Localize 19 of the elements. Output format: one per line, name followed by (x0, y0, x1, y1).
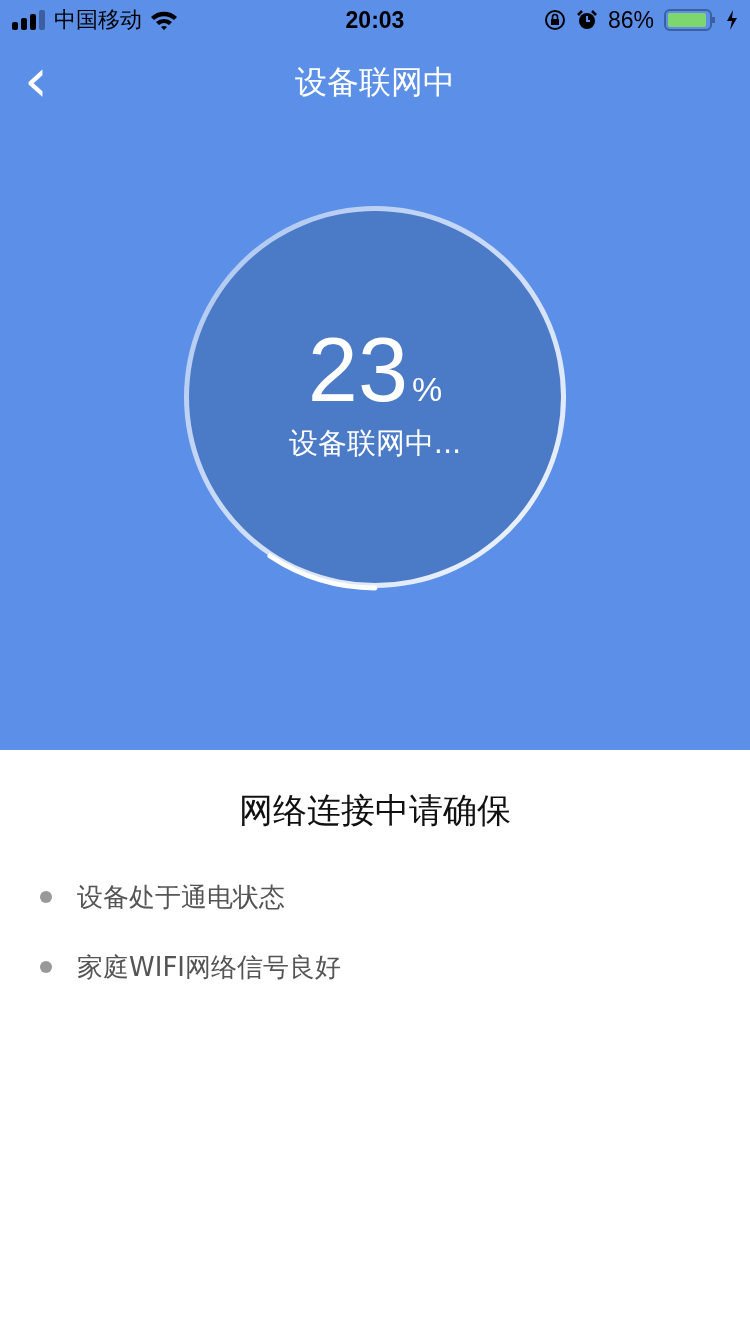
rotation-lock-icon (543, 9, 566, 31)
progress-caption: 设备联网中... (288, 425, 462, 462)
bullet-icon (40, 961, 52, 973)
tips-heading: 网络连接中请确保 (239, 789, 511, 832)
progress-number: 23 (307, 320, 408, 420)
carrier-name: 中国移动 (54, 6, 142, 34)
battery-percent: 86% (607, 6, 654, 34)
wifi-icon (150, 10, 178, 30)
charging-icon (726, 10, 738, 30)
alarm-icon (575, 9, 598, 31)
battery-icon (664, 9, 716, 31)
bullet-icon (40, 891, 52, 903)
back-button[interactable]: ‹ (18, 52, 54, 108)
signal-icon (12, 10, 46, 30)
tip-text: 设备处于通电状态 (77, 880, 285, 914)
tip-text: 家庭WIFI网络信号良好 (77, 950, 341, 984)
status-time: 20:03 (345, 6, 405, 34)
page-title: 设备联网中 (295, 62, 455, 103)
percent-sign: % (411, 370, 443, 409)
